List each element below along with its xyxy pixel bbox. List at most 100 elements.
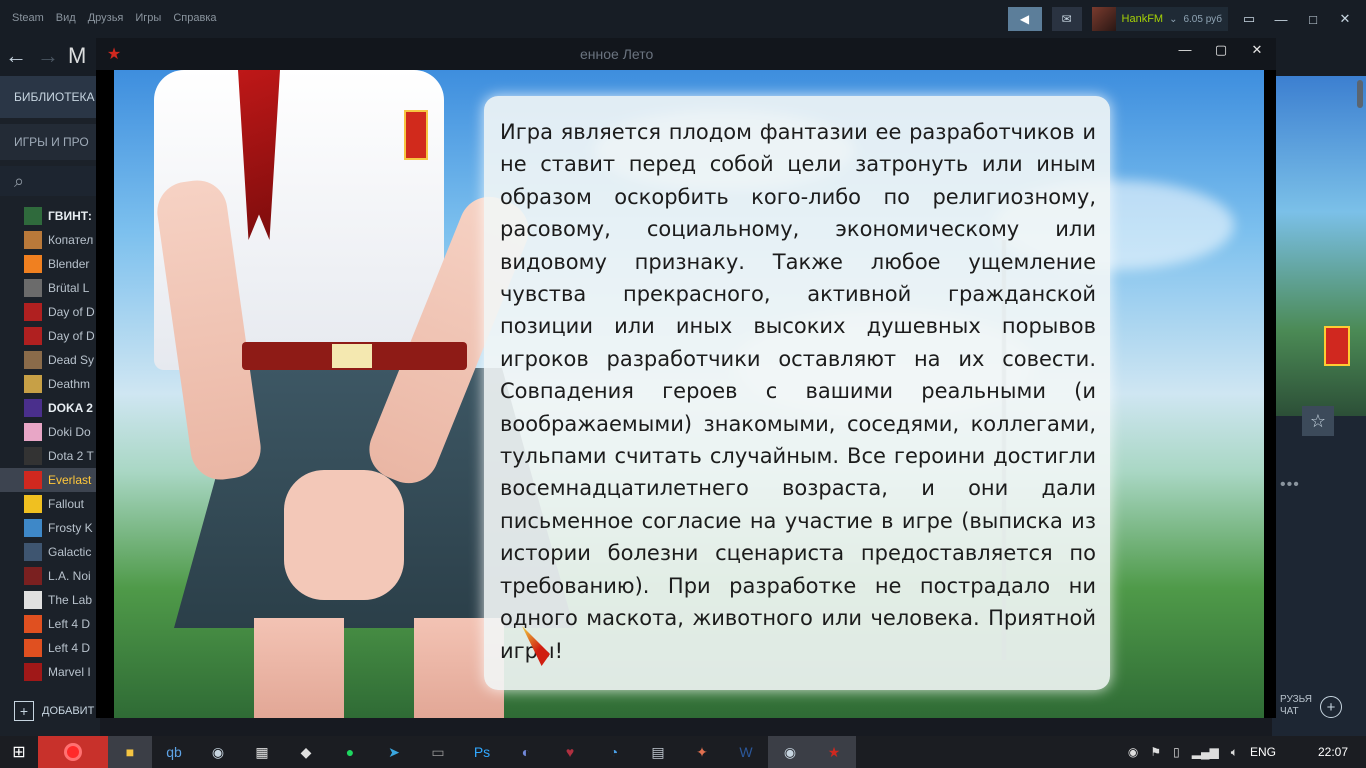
game-list-item[interactable]: Frosty K (0, 516, 100, 540)
account-menu[interactable]: HankFM ⌄ 6.05 руб (1091, 7, 1228, 31)
game-list-item[interactable]: DOKA 2 (0, 396, 100, 420)
game-list-item[interactable]: Left 4 D (0, 636, 100, 660)
game-icon (24, 495, 42, 513)
photoshop-icon[interactable]: Ps (460, 736, 504, 768)
game-list-item[interactable]: Dead Sy (0, 348, 100, 372)
game-list-item[interactable]: Day of D (0, 324, 100, 348)
volume-icon[interactable]: 🔈︎ (1231, 745, 1238, 760)
file-explorer-icon[interactable]: ■ (108, 736, 152, 768)
everlasting-summer-icon[interactable]: ★ (812, 736, 856, 768)
forward-arrow-icon[interactable]: → (32, 43, 64, 69)
terminal-icon[interactable]: ▭ (416, 736, 460, 768)
games-filter-dropdown[interactable]: ИГРЫ И ПРО (0, 124, 100, 160)
game-list-item[interactable]: The Lab (0, 588, 100, 612)
game-icon (24, 399, 42, 417)
game-list-item[interactable]: Marvel I (0, 660, 100, 684)
network-icon[interactable]: ▂▄▆ (1192, 745, 1219, 759)
minimize-icon[interactable]: — (1176, 42, 1194, 58)
game-list-item[interactable]: Dota 2 T (0, 444, 100, 468)
alien-icon[interactable]: ◆ (284, 736, 328, 768)
close-icon[interactable]: ✕ (1334, 11, 1356, 27)
telegram-icon[interactable]: ➤ (372, 736, 416, 768)
username: HankFM (1121, 13, 1164, 25)
language-indicator[interactable]: ENG (1250, 745, 1276, 759)
disclaimer-panel: Игра является плодом фантазии ее разрабо… (484, 96, 1110, 690)
friends-chat-label[interactable]: РУЗЬЯ ЧАТ (1280, 694, 1312, 718)
clapperboard-icon[interactable]: ▦ (240, 736, 284, 768)
announcements-button[interactable]: ◀ (1007, 7, 1042, 31)
game-list-item[interactable]: Копател (0, 228, 100, 252)
scrollbar[interactable] (1357, 80, 1363, 108)
game-list-item[interactable]: Galactic (0, 540, 100, 564)
big-picture-icon[interactable]: ▭ (1238, 11, 1260, 27)
game-title: Galactic (48, 545, 92, 559)
megaphone-icon: ◀ (1019, 12, 1030, 26)
badge-image (1324, 326, 1350, 366)
calculator-icon[interactable]: ▤ (636, 736, 680, 768)
favorite-star-icon[interactable]: ☆ (1302, 406, 1334, 436)
envelope-icon: ✉ (1061, 12, 1072, 26)
flag-icon[interactable]: ⚑ (1150, 745, 1161, 759)
game-window: ★ енное Лето — ▢ ✕ Игра является плодом … (96, 38, 1276, 718)
game-list-item[interactable]: Left 4 D (0, 612, 100, 636)
game-icon (24, 207, 42, 225)
game-title: Deathm (48, 377, 91, 391)
heart-app-icon[interactable]: ♥ (548, 736, 592, 768)
windows-start-icon[interactable]: ⊞ (0, 736, 38, 768)
menu-help[interactable]: Справка (173, 12, 216, 24)
word-icon[interactable]: W (724, 736, 768, 768)
menu-view[interactable]: Вид (56, 12, 76, 24)
game-list-item[interactable]: ГВИНТ: (0, 204, 100, 228)
game-list: ГВИНТ: Копател Blender Brütal L Day of D Day … (0, 204, 100, 684)
maximize-icon[interactable]: □ (1302, 12, 1324, 27)
taskbar-apps: ■ qb ◉ ▦ ◆ ● ➤ ▭ Ps ◐ ♥ ◔ ▤ ✦ W ◉ ★ (38, 736, 856, 768)
game-list-item[interactable]: Brütal L (0, 276, 100, 300)
add-game-button[interactable]: + ДОБАВИТ (0, 688, 100, 734)
add-friend-icon[interactable]: + (1320, 696, 1342, 718)
browser-icon[interactable]: ◔ (592, 736, 636, 768)
minimize-icon[interactable]: — (1270, 12, 1292, 27)
game-list-item[interactable]: Fallout (0, 492, 100, 516)
game-icon (24, 543, 42, 561)
steam-menubar: Steam Вид Друзья Игры Справка ◀ ✉ HankFM… (0, 0, 1366, 36)
more-options-icon[interactable]: ••• (1280, 476, 1300, 494)
friends-label-line2: ЧАТ (1280, 706, 1299, 717)
steam-tray-icon[interactable]: ◉ (1128, 745, 1138, 759)
game-list-item[interactable]: Deathm (0, 372, 100, 396)
notifications-button[interactable]: ✉ (1051, 7, 1082, 31)
windows-taskbar: ⊞ ■ qb ◉ ▦ ◆ ● ➤ ▭ Ps ◐ ♥ ◔ ▤ ✦ W ◉ ★ ◉ ⚑ ▯ ▂▄▆ 🔈︎ ENG 2… (0, 736, 1366, 768)
menu-games[interactable]: Игры (135, 12, 161, 24)
game-list-item[interactable]: Everlast (0, 468, 100, 492)
maximize-icon[interactable]: ▢ (1212, 42, 1230, 58)
battery-icon[interactable]: ▯ (1173, 745, 1180, 759)
game-title: Day of D (48, 329, 95, 343)
back-arrow-icon[interactable]: ← (0, 43, 32, 69)
game-title: Blender (48, 257, 90, 271)
game-window-titlebar[interactable]: ★ енное Лето — ▢ ✕ (96, 38, 1276, 70)
clock[interactable]: 22:07 (1318, 745, 1348, 759)
qbittorrent-icon[interactable]: qb (152, 736, 196, 768)
game-window-title: енное Лето (580, 46, 654, 62)
discord-icon[interactable]: ◐ (504, 736, 548, 768)
nav-tab-partial[interactable]: М (68, 43, 86, 69)
steam-icon[interactable]: ◉ (196, 736, 240, 768)
close-icon[interactable]: ✕ (1248, 42, 1266, 58)
steam-running-icon[interactable]: ◉ (768, 736, 812, 768)
game-title: Marvel I (48, 665, 91, 679)
menu-friends[interactable]: Друзья (88, 12, 124, 24)
game-list-item[interactable]: Blender (0, 252, 100, 276)
system-tray: ◉ ⚑ ▯ ▂▄▆ 🔈︎ ENG 22:07 (1128, 736, 1366, 768)
game-title: Everlast (48, 473, 92, 487)
game-list-item[interactable]: Day of D (0, 300, 100, 324)
game-list-item[interactable]: L.A. Noi (0, 564, 100, 588)
game-list-item[interactable]: Doki Do (0, 420, 100, 444)
game-title: Left 4 D (48, 641, 91, 655)
game-icon (24, 615, 42, 633)
library-home-button[interactable]: БИБЛИОТЕКА (0, 76, 100, 118)
game-title: The Lab (48, 593, 93, 607)
menu-steam[interactable]: Steam (12, 12, 44, 24)
library-search[interactable]: ⌕ (0, 166, 100, 196)
game-app-icon[interactable]: ✦ (680, 736, 724, 768)
opera-icon[interactable] (38, 736, 108, 768)
spotify-icon[interactable]: ● (328, 736, 372, 768)
